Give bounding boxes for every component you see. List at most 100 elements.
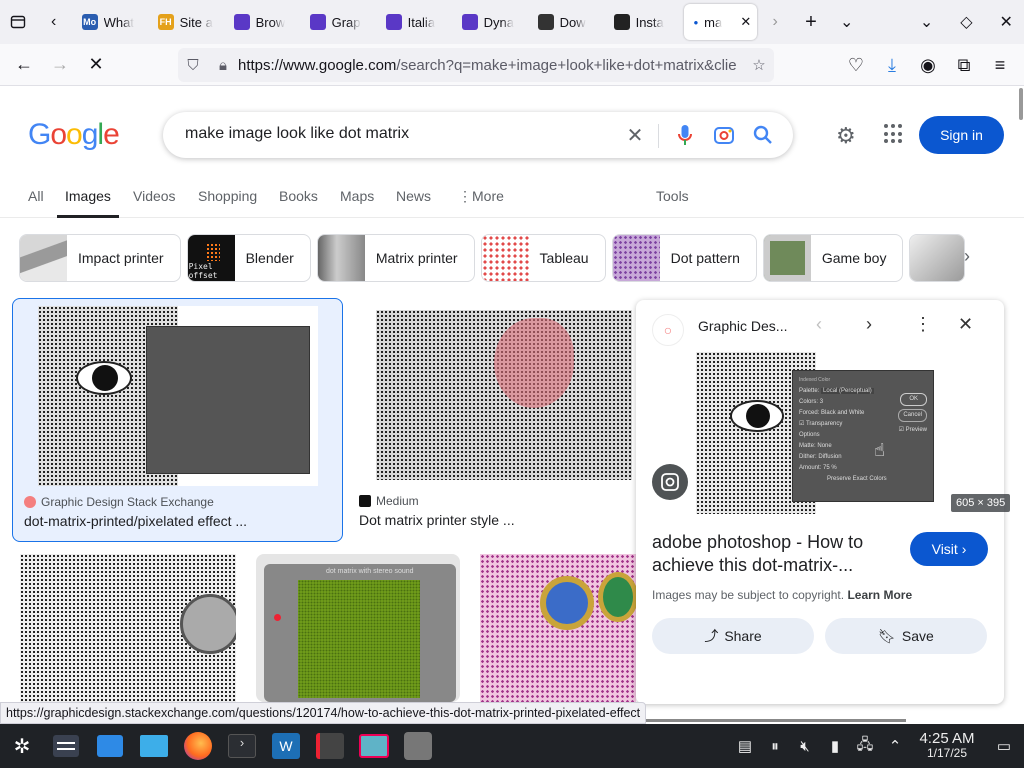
account-icon[interactable]: ◉ <box>910 49 946 81</box>
clear-search-icon[interactable]: ✕ <box>622 122 648 148</box>
tabs-scroll-left-icon[interactable]: ‹ <box>36 4 72 40</box>
result-card[interactable]: Medium Dot matrix printer style ... <box>356 298 632 542</box>
previous-result-icon[interactable]: ‹ <box>816 314 822 335</box>
store-icon[interactable] <box>88 726 132 766</box>
search-icon[interactable] <box>750 122 776 148</box>
chip-matrix-printer[interactable]: Matrix printer <box>316 234 475 282</box>
browser-tab[interactable]: Dyna <box>452 4 528 40</box>
maximize-icon[interactable]: ◇ <box>948 4 984 40</box>
result-title[interactable]: Dot matrix printer style ... <box>359 512 515 528</box>
shield-icon[interactable]: ⛉ <box>178 57 208 74</box>
navigation-bar: ← → ✕ ⛉ 🔒︎ https://www.google.com/search… <box>0 44 1024 86</box>
clipboard-icon[interactable]: ▤ <box>730 737 760 755</box>
tab-videos[interactable]: Videos <box>133 188 176 204</box>
browser-tab[interactable]: Grap <box>300 4 376 40</box>
next-result-icon[interactable]: › <box>866 314 872 335</box>
chips-next-icon[interactable]: › <box>964 246 970 267</box>
stop-loading-icon[interactable]: ✕ <box>78 49 114 81</box>
show-desktop-icon[interactable]: ▭ <box>984 737 1024 755</box>
file-manager-icon[interactable] <box>132 726 176 766</box>
extensions-icon[interactable]: ⧉ <box>946 49 982 81</box>
forward-icon[interactable]: → <box>42 49 78 81</box>
screenshot-icon[interactable] <box>352 726 396 766</box>
menu-icon[interactable]: ≡ <box>982 49 1018 81</box>
google-apps-icon[interactable] <box>884 124 904 144</box>
chip-dot-pattern[interactable]: Dot pattern <box>611 234 757 282</box>
back-icon[interactable]: ← <box>6 49 42 81</box>
tab-all[interactable]: All <box>28 188 44 204</box>
url-text[interactable]: https://www.google.com/search?q=make+ima… <box>238 57 744 74</box>
microphone-icon[interactable] <box>672 122 698 148</box>
tab-active[interactable]: • ma ✕ <box>683 4 758 40</box>
learn-more-link[interactable]: Learn More <box>847 588 912 602</box>
tab-images[interactable]: Images <box>57 188 119 218</box>
gimp-icon[interactable] <box>396 726 440 766</box>
chip-tableau[interactable]: Tableau <box>480 234 606 282</box>
system-settings-icon[interactable] <box>44 726 88 766</box>
settings-gear-icon[interactable]: ⚙ <box>836 123 856 149</box>
browser-tab[interactable]: Brow <box>224 4 300 40</box>
search-box[interactable]: make image look like dot matrix ✕ <box>163 112 793 158</box>
tab-list-icon[interactable] <box>0 4 36 40</box>
tab-news[interactable]: News <box>396 188 431 204</box>
audio-app-icon[interactable] <box>308 726 352 766</box>
vm-icon[interactable]: W <box>264 726 308 766</box>
browser-tab[interactable]: Italia <box>376 4 452 40</box>
visual-search-icon[interactable] <box>652 464 688 500</box>
chip-partial[interactable] <box>909 234 966 282</box>
browser-tab[interactable]: Dow <box>528 4 604 40</box>
page-scrollbar[interactable] <box>1019 88 1023 120</box>
share-button[interactable]: ⤴ Share <box>652 618 814 654</box>
tab-maps[interactable]: Maps <box>340 188 374 204</box>
panel-source[interactable]: Graphic Des... <box>698 318 787 334</box>
chip-blender[interactable]: Pixel offset Blender <box>186 234 311 282</box>
network-icon[interactable]: 🖧︎ <box>850 734 880 759</box>
close-panel-icon[interactable]: ✕ <box>958 314 973 335</box>
result-card-selected[interactable]: Graphic Design Stack Exchange dot-matrix… <box>12 298 343 542</box>
bookmark-star-icon[interactable]: ☆ <box>744 56 774 74</box>
panel-title[interactable]: adobe photoshop - How to achieve this do… <box>652 531 882 577</box>
tabs-scroll-right-icon[interactable]: › <box>757 4 793 40</box>
media-pause-icon[interactable]: ⏸︎ <box>760 738 790 755</box>
tab-books[interactable]: Books <box>279 188 318 204</box>
search-input[interactable]: make image look like dot matrix <box>185 125 409 143</box>
result-image-gameboy[interactable]: dot matrix with stereo sound <box>256 554 460 702</box>
pocket-icon[interactable]: ♡ <box>838 49 874 81</box>
new-tab-icon[interactable]: + <box>793 4 829 40</box>
downloads-icon[interactable]: ⤓ <box>874 49 910 81</box>
tools-button[interactable]: Tools <box>656 188 689 204</box>
visit-button[interactable]: Visit › <box>910 532 988 566</box>
usb-device-icon[interactable]: ▮ <box>820 737 850 755</box>
panel-scrollbar[interactable] <box>636 719 906 722</box>
dialog-label: Forced: <box>799 410 820 416</box>
lens-camera-icon[interactable] <box>711 122 737 148</box>
chip-game-boy[interactable]: Game boy <box>762 234 904 282</box>
result-image-goggles[interactable] <box>480 554 636 702</box>
lock-icon[interactable]: 🔒︎ <box>208 57 238 74</box>
tab-shopping[interactable]: Shopping <box>198 188 257 204</box>
app-launcher-icon[interactable]: ✲ <box>0 726 44 766</box>
volume-muted-icon[interactable]: 🔇︎ <box>790 738 820 755</box>
minimize-icon[interactable]: ⌄ <box>909 4 945 40</box>
more-options-icon[interactable]: ⋮ <box>914 314 932 335</box>
browser-tab[interactable]: FH Site a <box>148 4 224 40</box>
google-logo[interactable]: Google <box>28 118 120 152</box>
result-image-keyboard[interactable] <box>20 554 236 702</box>
close-tab-icon[interactable]: ✕ <box>740 14 751 30</box>
clock[interactable]: 4:25 AM 1/17/25 <box>910 731 984 760</box>
close-window-icon[interactable]: ✕ <box>988 4 1024 40</box>
chip-impact-printer[interactable]: Impact printer <box>19 234 181 282</box>
tray-expand-icon[interactable]: ⌃ <box>880 737 910 755</box>
firefox-icon[interactable] <box>176 726 220 766</box>
save-button[interactable]: 🔖︎ Save <box>825 618 987 654</box>
sign-in-button[interactable]: Sign in <box>919 116 1004 154</box>
result-title[interactable]: dot-matrix-printed/pixelated effect ... <box>24 513 247 529</box>
more-dots-icon[interactable]: ⋮ <box>458 188 472 205</box>
browser-tab[interactable]: Insta <box>604 4 680 40</box>
tab-overflow-chevron-icon[interactable]: ⌄ <box>829 4 865 40</box>
tab-more[interactable]: More <box>472 188 504 204</box>
browser-tab[interactable]: Mo What <box>72 4 148 40</box>
terminal-icon[interactable]: › <box>220 726 264 766</box>
panel-image[interactable]: Indexed Color Palette: Local (Perceptual… <box>696 352 934 514</box>
url-bar[interactable]: ⛉ 🔒︎ https://www.google.com/search?q=mak… <box>178 48 774 82</box>
